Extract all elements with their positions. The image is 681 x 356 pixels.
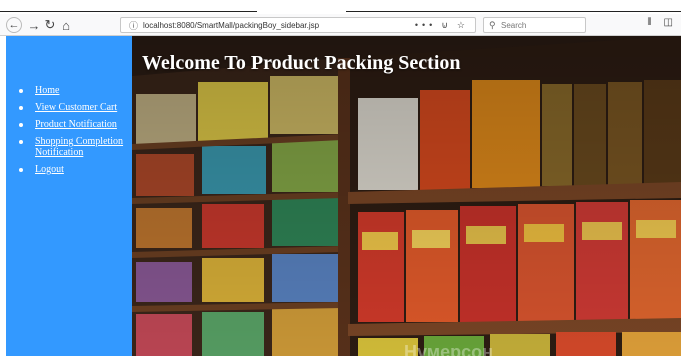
address-bar[interactable]: ⓘ localhost:8080/SmartMall/packingBoy_si… (120, 17, 476, 33)
sidebar-item-home: Home (18, 85, 135, 96)
tab-divider (346, 11, 681, 12)
bookmark-star-icon[interactable]: ☆ (457, 20, 469, 31)
sidebar-item-view-customer-cart: View Customer Cart (18, 102, 135, 113)
watermark: Нумерсон (404, 342, 493, 356)
home-icon[interactable]: ⌂ (59, 16, 73, 34)
bullet-icon (19, 168, 23, 172)
bullet-icon (19, 140, 23, 144)
tab-strip (0, 0, 681, 14)
info-icon[interactable]: ⓘ (129, 19, 141, 32)
bullet-icon (19, 89, 23, 93)
page-title: Welcome To Product Packing Section (142, 52, 461, 74)
library-icon[interactable]: ⫴ (647, 17, 651, 28)
tab-divider (0, 11, 257, 12)
product-notification-link[interactable]: Product Notification (35, 119, 135, 130)
bullet-icon (19, 106, 23, 110)
sidebar-item-product-notification: Product Notification (18, 119, 135, 130)
shopping-completion-notification-link[interactable]: Shopping Completion Notification (35, 136, 135, 158)
hero-banner: Welcome To Product Packing Section Нумер… (132, 36, 681, 356)
grocery-shelves-image (132, 36, 681, 356)
pocket-icon[interactable]: ⊍ (441, 20, 452, 31)
reload-icon[interactable]: ↻ (43, 16, 57, 34)
back-icon[interactable]: ← (6, 17, 22, 33)
more-icon[interactable]: ••• (415, 20, 436, 31)
bullet-icon (19, 123, 23, 127)
browser-toolbar: ← → ↻ ⌂ ⓘ localhost:8080/SmartMall/packi… (0, 14, 681, 36)
sidebar-item-logout: Logout (18, 164, 135, 175)
view-customer-cart-link[interactable]: View Customer Cart (35, 102, 135, 113)
search-box[interactable]: ⚲ (483, 17, 586, 33)
page-viewport: Home View Customer Cart Product Notifica… (6, 36, 681, 356)
home-link[interactable]: Home (35, 85, 135, 96)
url-text[interactable]: localhost:8080/SmartMall/packingBoy_side… (143, 21, 415, 30)
sidebar: Home View Customer Cart Product Notifica… (6, 36, 132, 356)
sidebar-item-shopping-completion: Shopping Completion Notification (18, 136, 135, 158)
forward-icon[interactable]: → (27, 16, 41, 34)
sidebar-menu: Home View Customer Cart Product Notifica… (18, 85, 135, 181)
sidebar-icon[interactable]: ◫ (664, 17, 673, 28)
search-input[interactable] (501, 20, 581, 30)
logout-link[interactable]: Logout (35, 164, 135, 175)
search-icon: ⚲ (489, 19, 496, 30)
